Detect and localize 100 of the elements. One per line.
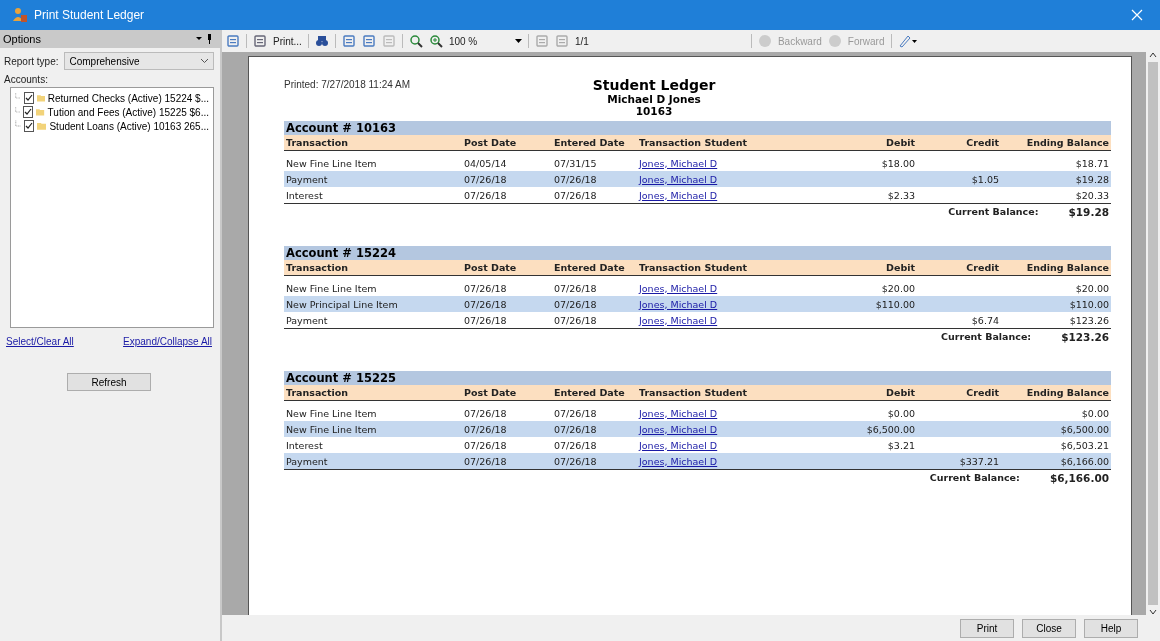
copy-icon[interactable]	[226, 34, 240, 48]
table-cell-text: 07/26/18	[554, 439, 598, 451]
refresh-button[interactable]: Refresh	[67, 373, 151, 391]
scroll-up-icon[interactable]	[1149, 52, 1157, 58]
student-link[interactable]: Jones, Michael D	[639, 407, 718, 419]
column-header-row: Transaction Post Date Entered Date Transaction Student Debit Credit Ending Balance	[284, 135, 1111, 151]
student-link[interactable]: Jones, Michael D	[639, 189, 718, 201]
table-cell-text: 07/26/18	[464, 189, 508, 201]
zoom-dropdown[interactable]: 100 %	[448, 35, 509, 47]
table-cell-text: $2.33	[886, 189, 915, 201]
table-cell-text: 07/26/18	[464, 173, 508, 185]
accounts-label: Accounts:	[4, 74, 48, 85]
student-link[interactable]: Jones, Michael D	[639, 282, 718, 294]
table-cell-text: $6.74	[970, 314, 999, 326]
table-cell-text: $18.00	[880, 157, 915, 169]
student-link[interactable]: Jones, Michael D	[639, 173, 718, 185]
table-cell-text: $3.21	[886, 439, 915, 451]
student-link[interactable]: Jones, Michael D	[639, 157, 718, 169]
dialog-button[interactable]: Help	[1084, 618, 1138, 638]
table-cell-text: $20.00	[880, 282, 915, 294]
table-cell-text: 07/26/18	[554, 407, 598, 419]
table-cell-text: 07/26/18	[554, 173, 598, 185]
table-cell-text: Payment	[286, 455, 329, 467]
table-cell-text: $19.28	[1074, 173, 1109, 185]
table-cell-text: 07/31/15	[554, 157, 598, 169]
next-page-icon	[554, 34, 569, 48]
student-link[interactable]: Jones, Michael D	[639, 298, 718, 310]
balance-label: Current Balance:	[941, 331, 1032, 343]
table-cell-text: 07/26/18	[554, 314, 598, 326]
page-setup-icon[interactable]	[341, 34, 356, 48]
balance-value: $19.28	[1068, 206, 1109, 218]
student-link[interactable]: Jones, Michael D	[639, 455, 718, 467]
account-title: Account # 15225	[284, 371, 1111, 385]
checkbox[interactable]	[23, 92, 34, 104]
printed-date: Printed: 7/27/2018 11:24 AM	[284, 79, 411, 92]
table-cell-text: $6,166.00	[1059, 455, 1109, 467]
table-cell-text: $20.00	[1074, 282, 1109, 294]
select-clear-all-link[interactable]: Select/Clear All	[6, 336, 74, 347]
table-cell-text: $18.71	[1074, 157, 1109, 169]
table-cell-text: 07/26/18	[554, 423, 598, 435]
dropdown-arrow-icon[interactable]	[514, 39, 522, 43]
account-title: Account # 10163	[284, 121, 1111, 135]
page-icon	[381, 34, 396, 48]
table-cell-text: 07/26/18	[554, 455, 598, 467]
student-link[interactable]: Jones, Michael D	[639, 423, 718, 435]
table-cell-text: New Fine Line Item	[286, 423, 378, 435]
student-link[interactable]: Jones, Michael D	[639, 439, 718, 451]
checkbox[interactable]	[24, 120, 35, 132]
table-cell-text: $110.00	[1068, 298, 1109, 310]
table-cell-text: 07/26/18	[464, 314, 508, 326]
table-cell-text: New Fine Line Item	[286, 407, 378, 419]
options-title: Options	[3, 33, 41, 45]
pin-icon[interactable]	[196, 34, 214, 44]
table-cell-text: 07/26/18	[554, 189, 598, 201]
table-cell-text: New Fine Line Item	[286, 157, 378, 169]
table-cell-text: $0.00	[1080, 407, 1109, 419]
table-cell-text: 07/26/18	[554, 282, 598, 294]
column-header-row: Transaction Post Date Entered Date Transaction Student Debit Credit Ending Balance	[284, 260, 1111, 276]
expand-collapse-all-link[interactable]: Expand/Collapse All	[123, 336, 212, 347]
chevron-down-icon[interactable]	[200, 58, 209, 64]
balance-label: Current Balance:	[948, 206, 1039, 218]
window-title: Print Student Ledger	[34, 8, 146, 22]
dialog-button[interactable]: Close	[1022, 618, 1076, 638]
table-cell-text: 07/26/18	[464, 407, 508, 419]
pen-icon[interactable]	[897, 34, 918, 48]
table-cell-text: $123.26	[1068, 314, 1109, 326]
checkbox[interactable]	[23, 106, 34, 118]
print-button[interactable]: Print...	[273, 35, 302, 47]
table-cell-text: $337.21	[958, 455, 999, 467]
multipage-icon[interactable]	[361, 34, 376, 48]
table-cell-text: New Principal Line Item	[286, 298, 399, 310]
table-cell-text: Payment	[286, 173, 329, 185]
table-cell-text: 07/26/18	[464, 455, 508, 467]
table-cell-text: 04/05/14	[464, 157, 508, 169]
table-cell-text: $110.00	[874, 298, 915, 310]
table-cell-text: 07/26/18	[554, 298, 598, 310]
balance-value: $123.26	[1061, 331, 1109, 343]
scroll-down-icon[interactable]	[1149, 609, 1157, 615]
account-tree-item[interactable]: Returned Checks (Active) 15224 $...	[15, 91, 209, 105]
table-cell-text: $6,503.21	[1059, 439, 1109, 451]
printer-icon[interactable]	[253, 34, 267, 48]
account-tree-item[interactable]: Tution and Fees (Active) 15225 $6...	[15, 105, 209, 119]
report-type-label: Report type:	[4, 55, 59, 67]
binoculars-icon[interactable]	[314, 34, 329, 48]
report-type-dropdown[interactable]: Comprehensive	[64, 52, 214, 70]
table-cell-text: $0.00	[886, 407, 915, 419]
table-cell-text: $6,500.00	[865, 423, 915, 435]
table-cell-text: Interest	[286, 189, 324, 201]
student-link[interactable]: Jones, Michael D	[639, 314, 718, 326]
dialog-button[interactable]: Print	[960, 618, 1014, 638]
balance-value: $6,166.00	[1049, 472, 1109, 484]
table-cell-text: $6,500.00	[1059, 423, 1109, 435]
app-icon	[12, 7, 28, 23]
zoom-out-icon[interactable]	[408, 34, 423, 48]
balance-label: Current Balance:	[929, 472, 1020, 484]
page-counter: 1/1	[574, 35, 590, 47]
table-cell-text: 07/26/18	[464, 439, 508, 451]
table-cell-text: 07/26/18	[464, 282, 508, 294]
account-tree-item[interactable]: Student Loans (Active) 10163 265...	[15, 119, 209, 133]
zoom-in-icon[interactable]	[428, 34, 443, 48]
